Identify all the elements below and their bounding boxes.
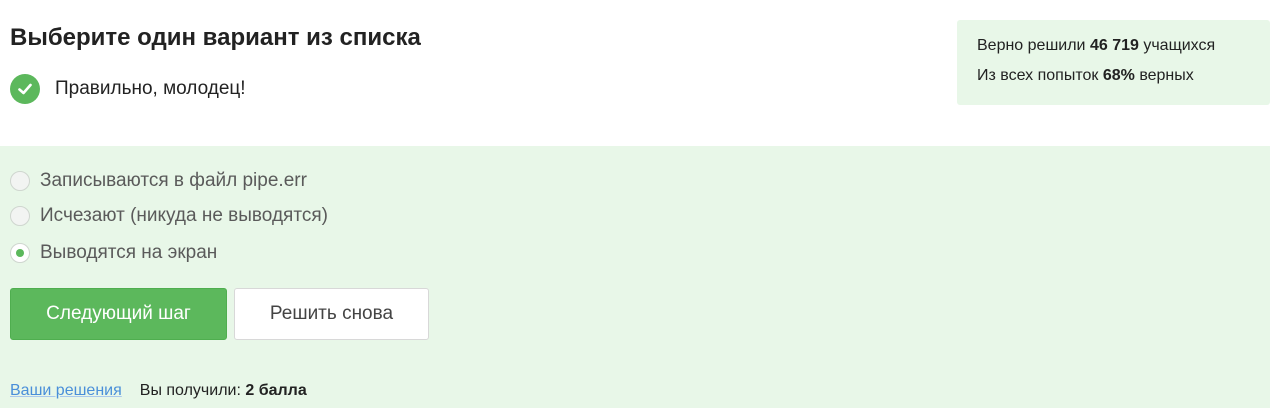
your-solutions-link[interactable]: Ваши решения [10,382,122,400]
solved-stat: Верно решили 46 719 учащихся [977,36,1270,66]
option-1[interactable]: Записываются в файл pipe.err [10,170,307,192]
question-heading: Выберите один вариант из списка [10,24,421,51]
option-label: Выводятся на экран [40,242,218,263]
feedback-message: Правильно, молодец! [55,78,246,99]
radio-button-selected[interactable] [10,243,30,263]
checkmark-circle-icon [10,74,40,104]
footer-row: Ваши решения Вы получили: 2 балла [10,382,307,400]
solved-count: 46 719 [1089,37,1139,54]
option-label: Исчезают (никуда не выводятся) [40,205,328,226]
step-page: Выберите один вариант из списка Правильн… [0,0,1280,408]
retry-button[interactable]: Решить снова [234,288,429,340]
solved-prefix: Верно решили [977,37,1086,54]
radio-button[interactable] [10,171,30,191]
score-text: Вы получили: 2 балла [140,382,307,400]
solved-suffix: учащихся [1143,37,1216,54]
score-prefix: Вы получили: [139,382,241,399]
stats-box: Верно решили 46 719 учащихся Из всех поп… [957,20,1270,105]
feedback-row: Правильно, молодец! [10,74,246,104]
next-step-button[interactable]: Следующий шаг [10,288,227,340]
score-value: 2 балла [245,382,307,399]
attempts-stat: Из всех попыток 68% верных [977,66,1270,96]
option-label: Записываются в файл pipe.err [40,170,307,191]
attempts-suffix: верных [1139,67,1194,84]
answer-panel: Записываются в файл pipe.err Исчезают (н… [0,146,1270,408]
radio-button[interactable] [10,206,30,226]
option-2[interactable]: Исчезают (никуда не выводятся) [10,205,328,227]
attempts-percent: 68% [1102,67,1135,84]
radio-dot-icon [16,249,24,257]
option-3[interactable]: Выводятся на экран [10,242,217,264]
attempts-prefix: Из всех попыток [977,67,1099,84]
